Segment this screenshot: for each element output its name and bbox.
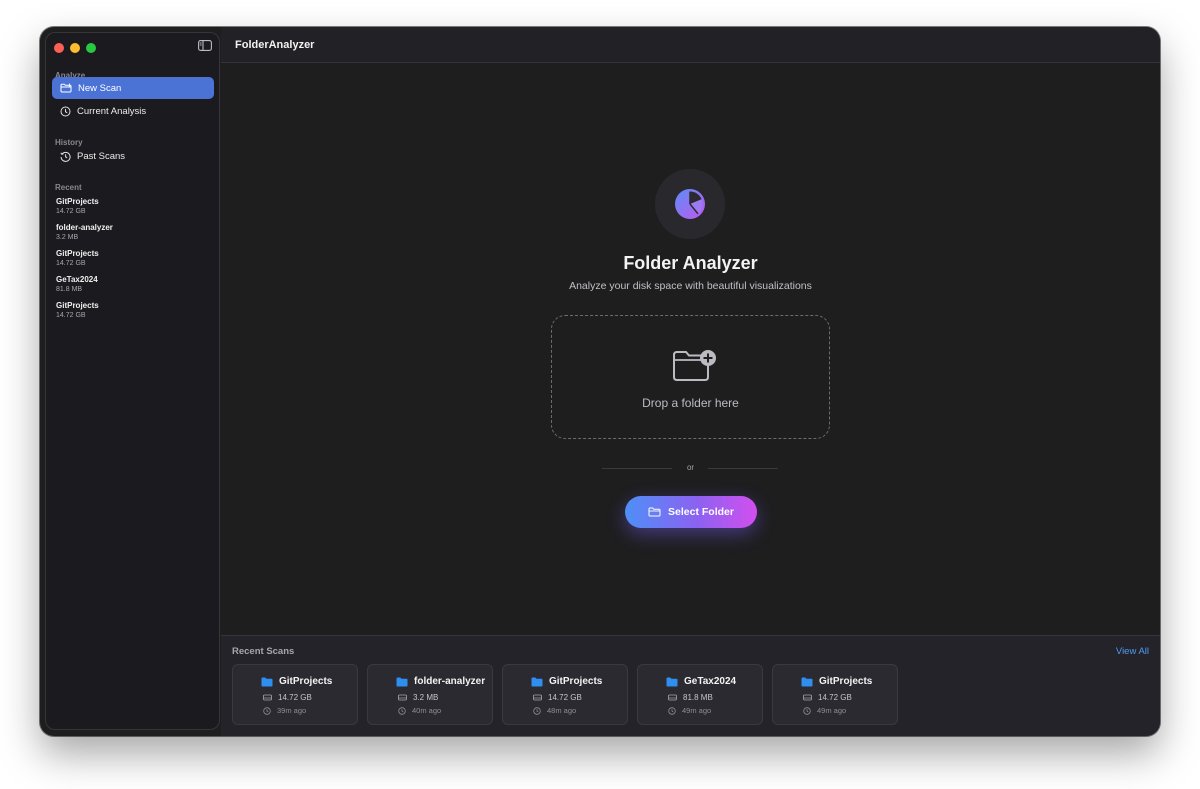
clock-icon [668,706,676,715]
card-size-row: 3.2 MB [398,693,438,702]
card-title: GitProjects [279,676,333,687]
card-size: 81.8 MB [683,693,713,702]
sidebar-recent-item[interactable]: GitProjects 14.72 GB [56,249,99,267]
recent-scan-card[interactable]: GitProjects 14.72 GB 49m ago [772,664,898,725]
card-time-row: 48m ago [533,706,576,715]
folder-drop-zone[interactable]: Drop a folder here [551,315,830,439]
card-title: folder-analyzer [414,676,486,687]
sidebar-toggle-icon[interactable] [198,40,212,51]
recent-item-size: 14.72 GB [56,312,86,319]
card-time: 49m ago [682,706,712,715]
sidebar-item-new-scan[interactable]: New Scan [52,77,214,99]
clock-icon [398,706,406,715]
card-size-row: 14.72 GB [533,693,582,702]
card-title: GitProjects [819,676,873,687]
hero-icon-badge [655,169,725,239]
sidebar-recent-item[interactable]: GeTax2024 81.8 MB [56,275,98,293]
pie-chart-icon [675,189,705,219]
card-title-row: GitProjects [801,676,872,687]
card-title-row: GitProjects [531,676,602,687]
recent-item-size: 14.72 GB [56,260,86,267]
recent-item-name: GitProjects [56,249,99,258]
card-time-row: 40m ago [398,706,441,715]
zoom-window-button[interactable] [86,43,96,53]
card-time: 49m ago [817,706,847,715]
recent-item-name: GeTax2024 [56,275,98,284]
drive-icon [668,694,677,701]
recent-item-name: GitProjects [56,197,99,206]
card-title-row: GitProjects [261,676,332,687]
recent-scans-heading: Recent Scans [232,646,295,657]
view-all-link[interactable]: View All [1116,646,1149,657]
recent-item-size: 81.8 MB [56,286,83,293]
minimize-window-button[interactable] [70,43,80,53]
select-folder-label: Select Folder [668,506,734,518]
close-window-button[interactable] [54,43,64,53]
history-icon [60,151,71,162]
recent-item-name: GitProjects [56,301,99,310]
card-size-row: 81.8 MB [668,693,713,702]
folder-add-icon [673,350,716,381]
sidebar-item-current-analysis[interactable]: Current Analysis [52,100,214,122]
app-title: FolderAnalyzer [235,39,315,51]
folder-icon [531,677,543,686]
sidebar-recent-item[interactable]: GitProjects 14.72 GB [56,301,99,319]
card-time: 39m ago [277,706,307,715]
card-time-row: 39m ago [263,706,306,715]
sidebar-item-past-scans[interactable]: Past Scans [52,145,214,167]
folder-plus-icon [60,83,72,93]
drive-icon [803,694,812,701]
drop-zone-label: Drop a folder here [642,396,739,410]
card-title-row: folder-analyzer [396,676,485,687]
sidebar-recent-item[interactable]: GitProjects 14.72 GB [56,197,99,215]
folder-icon [801,677,813,686]
card-title: GitProjects [549,676,603,687]
drive-icon [533,694,542,701]
card-size: 14.72 GB [548,693,582,702]
main-content: Folder Analyzer Analyze your disk space … [221,63,1160,636]
card-time: 40m ago [412,706,442,715]
card-title: GeTax2024 [684,676,737,687]
hero-subtitle: Analyze your disk space with beautiful v… [569,280,812,292]
recent-item-size: 3.2 MB [56,234,79,241]
card-title-row: GeTax2024 [666,676,736,687]
hero-title: Folder Analyzer [623,253,758,273]
recent-scan-card[interactable]: folder-analyzer 3.2 MB 40m ago [367,664,493,725]
divider-or-text: or [686,463,695,472]
drive-icon [398,694,407,701]
select-folder-button[interactable]: Select Folder [625,496,757,528]
recent-scans-panel: Recent Scans View All GitProjects 14.72 … [221,635,1160,736]
folder-icon [666,677,678,686]
card-size-row: 14.72 GB [803,693,852,702]
clock-icon [803,706,811,715]
card-size: 14.72 GB [818,693,852,702]
recent-scan-card[interactable]: GitProjects 14.72 GB 39m ago [232,664,358,725]
section-label-recent: Recent [55,183,82,192]
recent-scan-card[interactable]: GeTax2024 81.8 MB 49m ago [637,664,763,725]
card-size: 3.2 MB [413,693,439,702]
clock-icon [60,106,71,116]
card-size: 14.72 GB [278,693,312,702]
sidebar-item-label: Past Scans [77,150,126,162]
sidebar: Analyze New Scan Current Analysis Histor… [45,32,220,730]
recent-item-size: 14.72 GB [56,208,86,215]
clock-icon [263,706,271,715]
title-bar: FolderAnalyzer [221,27,1160,63]
card-time-row: 49m ago [668,706,711,715]
sidebar-item-label: Current Analysis [77,105,147,117]
card-time: 48m ago [547,706,577,715]
card-time-row: 49m ago [803,706,846,715]
recent-scan-card[interactable]: GitProjects 14.72 GB 48m ago [502,664,628,725]
folder-icon [396,677,408,686]
drive-icon [263,694,272,701]
sidebar-item-label: New Scan [78,82,122,94]
divider-right [708,468,778,469]
sidebar-recent-item[interactable]: folder-analyzer 3.2 MB [56,223,113,241]
folder-icon [261,677,273,686]
card-size-row: 14.72 GB [263,693,312,702]
recent-item-name: folder-analyzer [56,223,113,232]
clock-icon [533,706,541,715]
folder-icon [648,507,661,517]
app-window: Analyze New Scan Current Analysis Histor… [40,27,1160,736]
